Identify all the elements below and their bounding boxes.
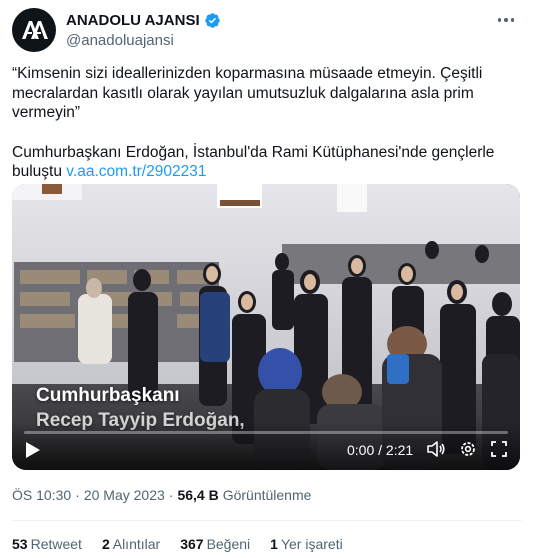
video-progress-bar[interactable] xyxy=(24,431,508,434)
caption-line-1: Cumhurbaşkanı xyxy=(36,385,180,406)
bookmarks-stat[interactable]: 1 Yer işareti xyxy=(270,535,343,553)
account-names: ANADOLU AJANSI @anadoluajansi xyxy=(66,11,221,51)
likes-stat[interactable]: 367 Beğeni xyxy=(180,535,250,553)
bookmarks-count: 1 xyxy=(270,536,278,552)
tweet-meta: ÖS 10:30 · 20 May 2023 · 56,4 B Görüntül… xyxy=(12,486,311,504)
tweet-quote: “Kimsenin sizi ideallerinizden koparması… xyxy=(12,65,487,121)
quotes-stat[interactable]: 2 Alıntılar xyxy=(102,535,160,553)
tweet-text: “Kimsenin sizi ideallerinizden koparması… xyxy=(12,64,518,202)
avatar[interactable] xyxy=(12,8,56,52)
video-time: 0:00 / 2:21 xyxy=(347,442,414,458)
meta-separator-2: · xyxy=(168,487,174,503)
tweet-link[interactable]: v.aa.com.tr/2902231 xyxy=(66,163,206,180)
account-handle[interactable]: @anadoluajansi xyxy=(66,31,221,51)
meta-separator: · xyxy=(75,487,80,503)
quotes-count: 2 xyxy=(101,536,110,552)
video-controls: 0:00 / 2:21 xyxy=(12,422,520,470)
engagement-stats: 53 Retweet 2 Alıntılar 367 Beğeni 1 Yer işar… xyxy=(12,535,343,553)
tweet-header: ANADOLU AJANSI @anadoluajansi xyxy=(12,8,522,56)
display-name[interactable]: ANADOLU AJANSI xyxy=(66,11,200,30)
settings-icon[interactable] xyxy=(458,439,478,459)
likes-count: 367 xyxy=(180,536,204,552)
tweet-date[interactable]: 20 May 2023 xyxy=(84,486,165,504)
retweets-label: Retweet xyxy=(30,536,82,552)
volume-icon[interactable] xyxy=(426,439,446,459)
verified-badge-icon xyxy=(204,13,220,28)
bookmarks-label: Yer işareti xyxy=(280,536,343,552)
retweets-stat[interactable]: 53 Retweet xyxy=(12,535,82,553)
divider xyxy=(12,520,522,521)
tweet-time[interactable]: ÖS 10:30 xyxy=(12,486,71,504)
views-count: 56,4 B xyxy=(177,487,219,503)
play-icon[interactable] xyxy=(22,440,42,460)
tweet-description: Cumhurbaşkanı Erdoğan, İstanbul'da Rami … xyxy=(12,143,518,182)
likes-label: Beğeni xyxy=(206,536,251,552)
aa-logo-icon xyxy=(22,21,48,39)
quotes-label: Alıntılar xyxy=(112,536,161,552)
views-label: Görüntülenme xyxy=(222,487,312,503)
video-player[interactable]: Cumhurbaşkanı Recep Tayyip Erdoğan, 0:00… xyxy=(12,184,520,470)
retweets-count: 53 xyxy=(12,536,28,552)
more-options-icon[interactable] xyxy=(494,13,518,27)
fullscreen-icon[interactable] xyxy=(489,439,509,459)
